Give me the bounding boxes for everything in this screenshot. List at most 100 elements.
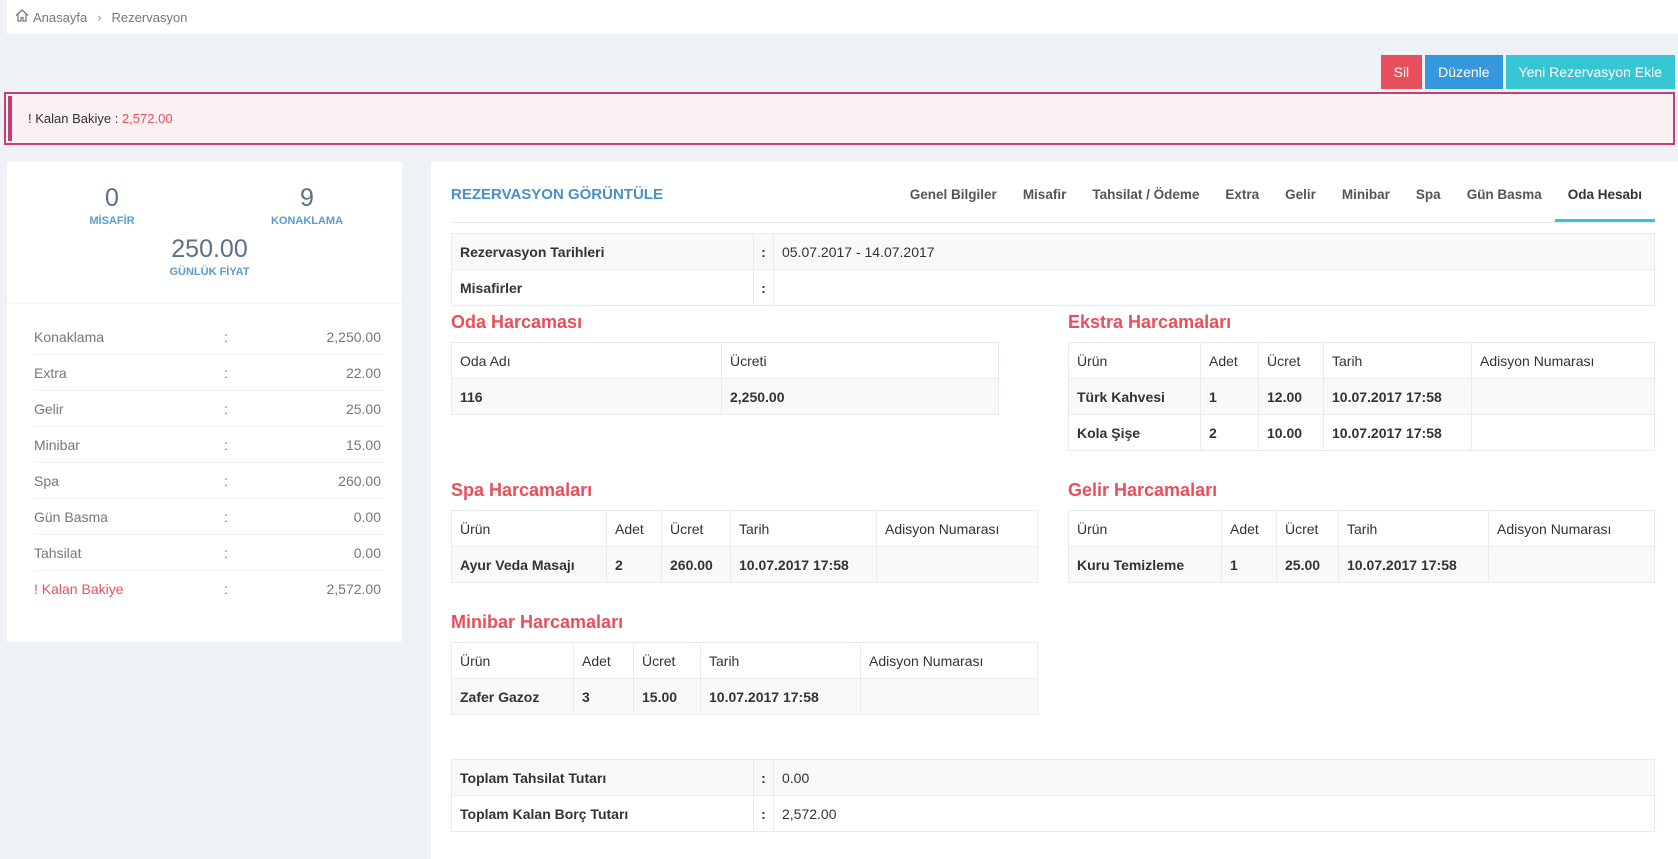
summary-value: 15.00 xyxy=(345,436,381,453)
table-cell: 2 xyxy=(1200,414,1259,451)
tab-tahsilat-odeme[interactable]: Tahsilat / Ödeme xyxy=(1079,178,1212,223)
tab-gelir[interactable]: Gelir xyxy=(1272,178,1329,223)
info-value: 05.07.2017 - 14.07.2017 xyxy=(773,233,1655,270)
stat-misafir: 0 MİSAFİR xyxy=(67,184,157,227)
stat-konaklama: 9 KONAKLAMA xyxy=(257,184,357,227)
summary-value: 22.00 xyxy=(345,364,381,381)
summary-row-kalan-bakiye: ! Kalan Bakiye: 2,572.00 xyxy=(34,571,384,607)
ekstra-section-title: Ekstra Harcamaları xyxy=(1068,312,1232,332)
totals-colon: : xyxy=(753,795,774,832)
summary-list: Konaklama: 2,250.00 Extra: 22.00 Gelir: 25.… xyxy=(34,319,384,607)
column-header: Ücret xyxy=(633,642,701,679)
table-cell: 10.07.2017 17:58 xyxy=(1323,414,1472,451)
tab-spa[interactable]: Spa xyxy=(1403,178,1454,223)
totals-colon: : xyxy=(753,759,774,796)
tab-misafir[interactable]: Misafir xyxy=(1010,178,1080,223)
column-header: Ürün xyxy=(1068,510,1222,547)
tab-gun-basma[interactable]: Gün Basma xyxy=(1454,178,1555,223)
tab-divider xyxy=(451,222,1655,223)
summary-value: 2,572.00 xyxy=(326,581,382,597)
gelir-table: Ürün Adet Ücret Tarih Adisyon Numarası K… xyxy=(1068,510,1655,583)
table-row: Toplam Tahsilat Tutarı : 0.00 xyxy=(451,759,1655,796)
table-cell: 10.07.2017 17:58 xyxy=(700,678,861,715)
table-cell: 10.07.2017 17:58 xyxy=(1323,378,1472,415)
table-row: Türk Kahvesi 1 12.00 10.07.2017 17:58 xyxy=(1068,378,1655,415)
summary-value: 0.00 xyxy=(353,508,381,525)
tab-oda-hesabi[interactable]: Oda Hesabı xyxy=(1554,178,1655,223)
summary-row-spa: Spa: 260.00 xyxy=(34,463,384,499)
summary-colon: : xyxy=(224,328,228,345)
breadcrumb-current: Rezervasyon xyxy=(111,9,188,25)
oda-section-title: Oda Harcaması xyxy=(451,312,583,332)
new-reservation-button[interactable]: Yeni Rezervasyon Ekle xyxy=(1505,55,1675,89)
column-header: Ücret xyxy=(661,510,731,547)
stat-gunluk-value: 250.00 xyxy=(171,235,248,263)
totals-value: 2,572.00 xyxy=(773,795,1655,832)
alert-label: ! Kalan Bakiye : xyxy=(28,111,119,126)
column-header: Tarih xyxy=(1338,510,1489,547)
minibar-table: Ürün Adet Ücret Tarih Adisyon Numarası Z… xyxy=(451,642,1038,715)
summary-label: Minibar xyxy=(34,436,80,453)
table-cell: 3 xyxy=(573,678,634,715)
table-row: Kuru Temizleme 1 25.00 10.07.2017 17:58 xyxy=(1068,546,1655,583)
summary-label: Konaklama xyxy=(34,328,105,345)
info-value xyxy=(773,269,1655,306)
table-header-row: Ürün Adet Ücret Tarih Adisyon Numarası xyxy=(451,642,1038,679)
page-title: REZERVASYON GÖRÜNTÜLE xyxy=(451,186,663,203)
tab-minibar[interactable]: Minibar xyxy=(1329,178,1403,223)
table-row: Toplam Kalan Borç Tutarı : 2,572.00 xyxy=(451,795,1655,832)
table-cell: 1 xyxy=(1200,378,1259,415)
table-header-row: Ürün Adet Ücret Tarih Adisyon Numarası xyxy=(1068,510,1655,547)
summary-row-tahsilat: Tahsilat: 0.00 xyxy=(34,535,384,571)
table-cell: 25.00 xyxy=(1276,546,1339,583)
column-header: Adet xyxy=(606,510,662,547)
divider xyxy=(7,303,402,304)
summary-value: 260.00 xyxy=(338,472,381,489)
info-colon: : xyxy=(753,269,774,306)
table-cell xyxy=(1471,414,1655,451)
tab-extra[interactable]: Extra xyxy=(1212,178,1272,223)
summary-colon: : xyxy=(224,544,228,561)
table-cell xyxy=(860,678,1038,715)
column-header: Tarih xyxy=(730,510,877,547)
chevron-right-icon: › xyxy=(97,9,102,25)
breadcrumb-home-link[interactable]: Anasayfa xyxy=(33,10,87,25)
summary-colon: : xyxy=(224,508,228,525)
summary-value: 2,250.00 xyxy=(326,328,382,345)
minibar-section-title: Minibar Harcamaları xyxy=(451,612,624,632)
delete-button[interactable]: Sil xyxy=(1380,55,1423,89)
tab-bar: Genel Bilgiler Misafir Tahsilat / Ödeme … xyxy=(897,178,1655,223)
summary-value: 25.00 xyxy=(345,400,381,417)
ekstra-table: Ürün Adet Ücret Tarih Adisyon Numarası T… xyxy=(1068,342,1655,451)
summary-label: Spa xyxy=(34,472,59,489)
summary-row-extra: Extra: 22.00 xyxy=(34,355,384,391)
column-header: Adet xyxy=(1221,510,1277,547)
tab-genel-bilgiler[interactable]: Genel Bilgiler xyxy=(897,178,1010,223)
oda-table: Oda Adı Ücreti 116 2,250.00 xyxy=(451,342,999,415)
home-icon[interactable] xyxy=(15,9,29,25)
totals-label: Toplam Kalan Borç Tutarı xyxy=(451,795,754,832)
summary-colon: : xyxy=(224,472,228,489)
table-cell: 1 xyxy=(1221,546,1277,583)
table-cell: 10.07.2017 17:58 xyxy=(730,546,877,583)
table-row: Rezervasyon Tarihleri : 05.07.2017 - 14.… xyxy=(451,233,1655,270)
table-cell xyxy=(1488,546,1655,583)
stat-misafir-label: MİSAFİR xyxy=(89,215,135,227)
edit-button[interactable]: Düzenle xyxy=(1425,55,1503,89)
table-cell: Kola Şişe xyxy=(1068,414,1201,451)
summary-label: Gelir xyxy=(34,400,64,417)
column-header: Ürün xyxy=(451,510,607,547)
table-cell: Ayur Veda Masajı xyxy=(451,546,607,583)
info-label: Misafirler xyxy=(451,269,754,306)
column-header: Tarih xyxy=(700,642,861,679)
column-header: Ücret xyxy=(1258,342,1324,379)
table-cell: 260.00 xyxy=(661,546,731,583)
column-header: Adisyon Numarası xyxy=(1488,510,1655,547)
column-header: Ürün xyxy=(1068,342,1201,379)
table-header-row: Ürün Adet Ücret Tarih Adisyon Numarası xyxy=(451,510,1038,547)
table-cell: 10.00 xyxy=(1258,414,1324,451)
balance-alert: ! Kalan Bakiye : 2,572.00 xyxy=(4,92,1675,145)
table-cell: Türk Kahvesi xyxy=(1068,378,1201,415)
spa-section-title: Spa Harcamaları xyxy=(451,480,593,500)
stat-gunluk-label: GÜNLÜK FİYAT xyxy=(169,266,250,278)
